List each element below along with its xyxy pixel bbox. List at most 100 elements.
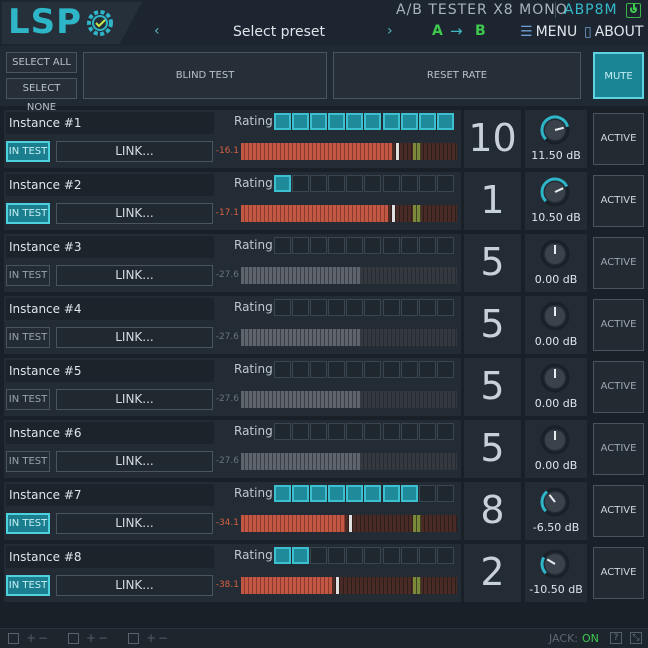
rating-star[interactable] bbox=[364, 299, 382, 316]
rating-star[interactable] bbox=[346, 175, 364, 192]
gain-knob[interactable] bbox=[539, 300, 571, 332]
rating-star[interactable] bbox=[436, 423, 454, 440]
rating-star[interactable] bbox=[418, 299, 436, 316]
rating-star[interactable] bbox=[292, 423, 310, 440]
rating-star[interactable] bbox=[382, 485, 400, 502]
rating-star[interactable] bbox=[328, 175, 346, 192]
select-none-button[interactable]: SELECT NONE bbox=[6, 78, 77, 113]
rating-star[interactable] bbox=[418, 485, 436, 502]
about-button[interactable]: ▯ ABOUT bbox=[584, 24, 643, 40]
rating-bar[interactable] bbox=[274, 361, 455, 379]
rating-star[interactable] bbox=[436, 485, 454, 502]
rating-star[interactable] bbox=[310, 299, 328, 316]
rating-star[interactable] bbox=[364, 361, 382, 378]
select-all-button[interactable]: SELECT ALL bbox=[6, 52, 77, 73]
rating-star[interactable] bbox=[274, 423, 291, 440]
mute-button[interactable]: MUTE bbox=[593, 52, 644, 99]
rating-star[interactable] bbox=[274, 237, 291, 254]
rating-bar[interactable] bbox=[274, 423, 455, 441]
in-test-button[interactable]: IN TEST bbox=[6, 141, 50, 162]
rating-bar[interactable] bbox=[274, 113, 455, 131]
rating-star[interactable] bbox=[418, 547, 436, 564]
window-icon[interactable] bbox=[8, 633, 19, 644]
rating-star[interactable] bbox=[328, 423, 346, 440]
preset-selector[interactable]: Select preset ‹ › bbox=[144, 22, 414, 44]
gain-knob[interactable] bbox=[539, 486, 571, 518]
rating-star[interactable] bbox=[418, 113, 436, 130]
rating-star[interactable] bbox=[346, 113, 364, 130]
rating-star[interactable] bbox=[382, 175, 400, 192]
rating-star[interactable] bbox=[310, 113, 328, 130]
zoom-out-button[interactable]: − bbox=[38, 631, 48, 645]
rating-star[interactable] bbox=[382, 113, 400, 130]
rating-star[interactable] bbox=[364, 175, 382, 192]
in-test-button[interactable]: IN TEST bbox=[6, 513, 50, 534]
rating-star[interactable] bbox=[436, 299, 454, 316]
active-button[interactable]: ACTIVE bbox=[593, 485, 644, 537]
rating-star[interactable] bbox=[292, 113, 310, 130]
rating-star[interactable] bbox=[382, 423, 400, 440]
in-test-button[interactable]: IN TEST bbox=[6, 389, 50, 410]
active-button[interactable]: ACTIVE bbox=[593, 423, 644, 475]
link-button[interactable]: LINK... bbox=[56, 451, 213, 472]
gain-knob[interactable] bbox=[539, 176, 571, 208]
rating-star[interactable] bbox=[328, 299, 346, 316]
rating-star[interactable] bbox=[382, 237, 400, 254]
rating-bar[interactable] bbox=[274, 547, 455, 565]
gain-knob[interactable] bbox=[539, 362, 571, 394]
preset-prev-button[interactable]: ‹ bbox=[154, 23, 160, 39]
rating-star[interactable] bbox=[328, 547, 346, 564]
in-test-button[interactable]: IN TEST bbox=[6, 575, 50, 596]
layout-icon[interactable] bbox=[68, 633, 79, 644]
rating-star[interactable] bbox=[382, 547, 400, 564]
rating-star[interactable] bbox=[436, 547, 454, 564]
menu-button[interactable]: ☰ MENU bbox=[520, 24, 577, 40]
rating-star[interactable] bbox=[364, 547, 382, 564]
link-button[interactable]: LINK... bbox=[56, 203, 213, 224]
rating-star[interactable] bbox=[328, 237, 346, 254]
rating-star[interactable] bbox=[274, 175, 291, 192]
rating-star[interactable] bbox=[382, 361, 400, 378]
rating-star[interactable] bbox=[328, 485, 346, 502]
rating-bar[interactable] bbox=[274, 485, 455, 503]
blind-test-button[interactable]: BLIND TEST bbox=[83, 52, 327, 99]
font-down-button[interactable]: − bbox=[158, 631, 168, 645]
rating-star[interactable] bbox=[400, 361, 418, 378]
rating-star[interactable] bbox=[418, 423, 436, 440]
rating-star[interactable] bbox=[292, 175, 310, 192]
rating-star[interactable] bbox=[274, 485, 291, 502]
link-button[interactable]: LINK... bbox=[56, 575, 213, 596]
rating-star[interactable] bbox=[346, 423, 364, 440]
ab-a-button[interactable]: A bbox=[432, 23, 443, 39]
rating-star[interactable] bbox=[310, 361, 328, 378]
in-test-button[interactable]: IN TEST bbox=[6, 203, 50, 224]
active-button[interactable]: ACTIVE bbox=[593, 237, 644, 289]
rating-star[interactable] bbox=[292, 361, 310, 378]
rating-star[interactable] bbox=[418, 175, 436, 192]
rating-star[interactable] bbox=[274, 547, 291, 564]
preset-label[interactable]: Select preset bbox=[144, 24, 414, 40]
link-button[interactable]: LINK... bbox=[56, 327, 213, 348]
rating-star[interactable] bbox=[364, 113, 382, 130]
in-test-button[interactable]: IN TEST bbox=[6, 451, 50, 472]
resize-handle-icon[interactable]: ⤡ bbox=[630, 632, 642, 644]
link-button[interactable]: LINK... bbox=[56, 265, 213, 286]
zoom-in-button[interactable]: + bbox=[26, 631, 36, 645]
font-up-button[interactable]: + bbox=[146, 631, 156, 645]
rating-star[interactable] bbox=[400, 547, 418, 564]
scale-up-button[interactable]: + bbox=[86, 631, 96, 645]
gain-knob[interactable] bbox=[539, 238, 571, 270]
help-button[interactable]: ? bbox=[610, 632, 622, 644]
reset-rate-button[interactable]: RESET RATE bbox=[333, 52, 581, 99]
rating-bar[interactable] bbox=[274, 299, 455, 317]
rating-star[interactable] bbox=[436, 175, 454, 192]
rating-star[interactable] bbox=[400, 113, 418, 130]
power-button[interactable] bbox=[626, 3, 641, 18]
rating-star[interactable] bbox=[400, 175, 418, 192]
rating-star[interactable] bbox=[364, 423, 382, 440]
active-button[interactable]: ACTIVE bbox=[593, 547, 644, 599]
rating-star[interactable] bbox=[346, 237, 364, 254]
rating-star[interactable] bbox=[274, 113, 291, 130]
rating-star[interactable] bbox=[328, 113, 346, 130]
rating-star[interactable] bbox=[292, 485, 310, 502]
